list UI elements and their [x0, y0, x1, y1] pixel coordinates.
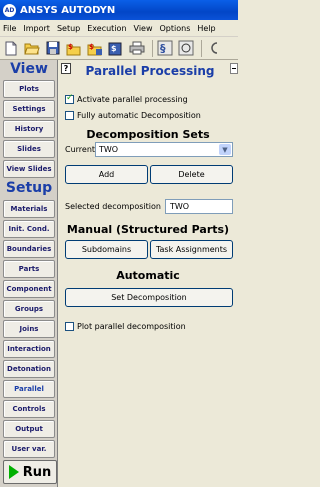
sidebar-item-slides[interactable]: Slides	[3, 140, 55, 158]
menu-file[interactable]: File	[3, 24, 16, 33]
app-logo-icon: AD	[3, 3, 16, 17]
help-button[interactable]: ?	[61, 63, 71, 74]
sidebar-item-output[interactable]: Output	[3, 420, 55, 438]
sidebar-item-parts[interactable]: Parts	[3, 260, 55, 278]
plot-parallel-checkbox[interactable]	[65, 322, 74, 331]
fully-automatic-checkbox[interactable]	[65, 111, 74, 120]
subdomains-button[interactable]: Subdomains	[65, 240, 148, 259]
print-icon[interactable]	[128, 39, 146, 57]
automatic-heading: Automatic	[116, 269, 180, 282]
toolbar: $ $ $ §	[0, 37, 238, 60]
sidebar-item-component[interactable]: Component	[3, 280, 55, 298]
sidebar: View Plots Settings History Slides View …	[0, 60, 58, 487]
sidebar-item-controls[interactable]: Controls	[3, 400, 55, 418]
toolbar-separator	[201, 39, 202, 57]
svg-text:$: $	[111, 44, 117, 53]
title-bar: AD ANSYS AUTODYN	[0, 0, 238, 20]
activate-parallel-row[interactable]: Activate parallel processing	[65, 93, 188, 104]
toolbar-separator	[152, 39, 153, 57]
play-icon	[8, 465, 19, 479]
sidebar-item-interaction[interactable]: Interaction	[3, 340, 55, 358]
save-as-icon[interactable]: $	[107, 39, 125, 57]
save-special-icon[interactable]: $	[86, 39, 104, 57]
open-special-icon[interactable]: $	[65, 39, 83, 57]
menu-view[interactable]: View	[134, 24, 153, 33]
setup-heading: Setup	[5, 180, 53, 196]
sidebar-item-parallel[interactable]: Parallel	[3, 380, 55, 398]
settings-icon[interactable]: §	[156, 39, 174, 57]
view-heading: View	[10, 61, 48, 77]
manual-heading: Manual (Structured Parts)	[66, 223, 230, 236]
current-label: Current	[65, 145, 96, 154]
sidebar-item-detonation[interactable]: Detonation	[3, 360, 55, 378]
run-button[interactable]: Run	[3, 460, 57, 484]
plot-parallel-label: Plot parallel decomposition	[77, 322, 186, 331]
plot-parallel-row[interactable]: Plot parallel decomposition	[65, 322, 186, 331]
menu-options[interactable]: Options	[160, 24, 191, 33]
sidebar-item-materials[interactable]: Materials	[3, 200, 55, 218]
sidebar-item-boundaries[interactable]: Boundaries	[3, 240, 55, 258]
menu-bar: File Import Setup Execution View Options…	[0, 20, 238, 37]
menu-import[interactable]: Import	[23, 24, 50, 33]
svg-text:$: $	[68, 43, 73, 51]
add-button[interactable]: Add	[65, 165, 148, 184]
open-folder-icon[interactable]	[23, 39, 41, 57]
current-select-value: TWO	[99, 145, 119, 154]
selected-decomposition-label: Selected decomposition	[65, 202, 161, 211]
cycle-icon[interactable]	[205, 39, 223, 57]
sidebar-item-plots[interactable]: Plots	[3, 80, 55, 98]
panel-title: Parallel Processing	[85, 64, 215, 78]
sidebar-item-user-var[interactable]: User var.	[3, 440, 55, 458]
new-file-icon[interactable]	[2, 39, 20, 57]
sidebar-item-history[interactable]: History	[3, 120, 55, 138]
menu-setup[interactable]: Setup	[57, 24, 80, 33]
menu-execution[interactable]: Execution	[87, 24, 126, 33]
sidebar-item-groups[interactable]: Groups	[3, 300, 55, 318]
sidebar-item-joins[interactable]: Joins	[3, 320, 55, 338]
delete-button[interactable]: Delete	[150, 165, 233, 184]
fully-automatic-label: Fully automatic Decomposition	[77, 111, 201, 120]
sidebar-item-settings[interactable]: Settings	[3, 100, 55, 118]
selected-decomposition-field[interactable]: TWO	[165, 199, 233, 214]
chevron-down-icon[interactable]: ▼	[219, 144, 231, 155]
sidebar-item-view-slides[interactable]: View Slides	[3, 160, 55, 178]
refresh-icon[interactable]	[177, 39, 195, 57]
activate-parallel-checkbox[interactable]	[65, 93, 74, 104]
svg-text:§: §	[160, 42, 166, 55]
task-assignments-button[interactable]: Task Assignments	[150, 240, 233, 259]
parallel-processing-panel: ? Parallel Processing Activate parallel …	[58, 60, 238, 487]
fully-automatic-row[interactable]: Fully automatic Decomposition	[65, 111, 201, 120]
decomposition-sets-heading: Decomposition Sets	[86, 128, 210, 141]
run-label: Run	[22, 464, 52, 480]
sidebar-item-init-cond[interactable]: Init. Cond.	[3, 220, 55, 238]
window-title: ANSYS AUTODYN	[20, 4, 116, 16]
set-decomposition-button[interactable]: Set Decomposition	[65, 288, 233, 307]
menu-help[interactable]: Help	[197, 24, 215, 33]
activate-parallel-label: Activate parallel processing	[77, 95, 188, 104]
minimize-icon[interactable]	[230, 63, 238, 74]
save-icon[interactable]	[44, 39, 62, 57]
svg-text:$: $	[89, 43, 94, 51]
current-select[interactable]: TWO ▼	[95, 142, 233, 157]
